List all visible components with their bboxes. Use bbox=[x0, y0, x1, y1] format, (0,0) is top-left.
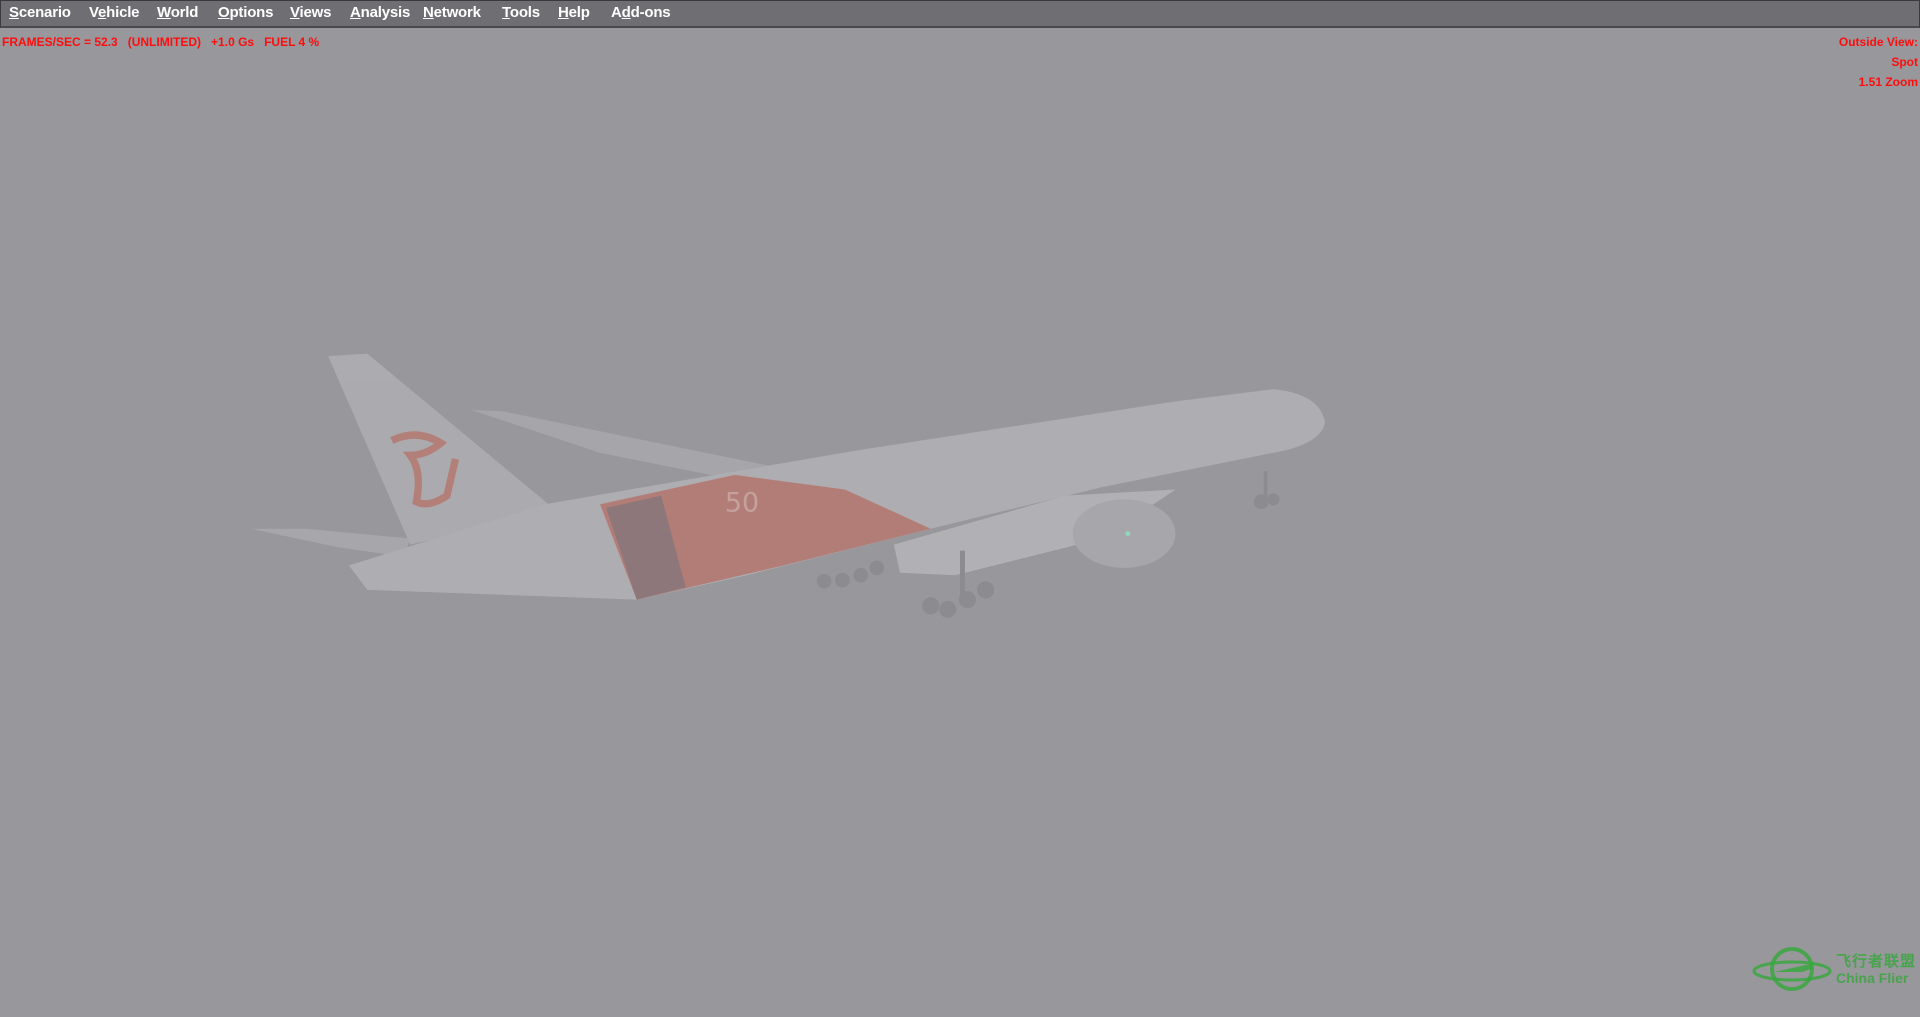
view-label: Outside View: bbox=[1838, 35, 1918, 49]
nav-light bbox=[1125, 531, 1131, 537]
hud-stats: FRAMES/SEC = 52.3 (UNLIMITED) +1.0 Gs FUEL … bbox=[2, 35, 329, 49]
far-wing bbox=[471, 409, 784, 480]
china-flier-logo-icon bbox=[1752, 947, 1832, 991]
view-mode: Spot bbox=[1891, 55, 1918, 69]
logo-text-en: China Flier bbox=[1836, 970, 1909, 986]
fuel-level: FUEL 4 % bbox=[264, 35, 320, 49]
aircraft-scene: 50 bbox=[251, 353, 1325, 619]
zoom-level: 1.51 Zoom bbox=[1858, 75, 1918, 89]
aircraft: 50 bbox=[251, 353, 1325, 619]
china-flier-watermark: 飞行者联盟 China Flier bbox=[1752, 944, 1918, 998]
horizontal-stabilizer bbox=[251, 528, 411, 557]
frame-limit: (UNLIMITED) bbox=[127, 35, 202, 49]
g-force: +1.0 Gs bbox=[211, 35, 255, 49]
livery-50: 50 bbox=[725, 488, 759, 519]
frame-rate: FRAMES/SEC = 52.3 bbox=[2, 35, 118, 49]
logo-text-cn: 飞行者联盟 bbox=[1836, 952, 1917, 970]
engine bbox=[1072, 499, 1176, 568]
